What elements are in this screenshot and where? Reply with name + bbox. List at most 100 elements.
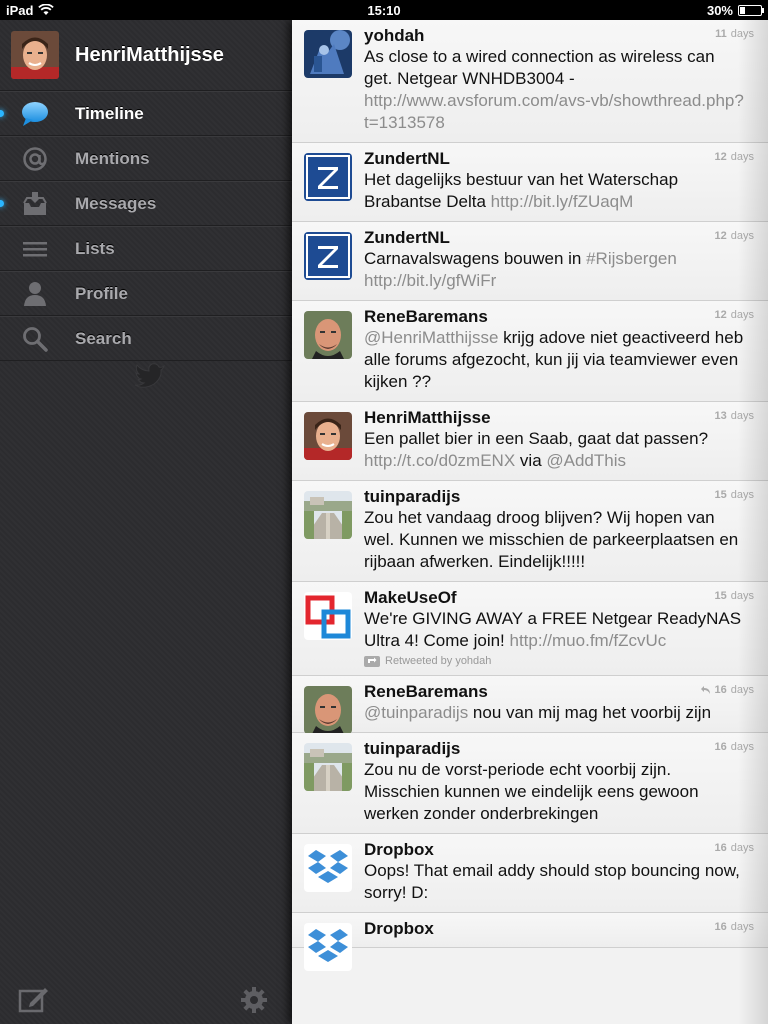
battery-percent: 30%: [706, 2, 733, 18]
tweet-username[interactable]: MakeUseOf: [364, 588, 754, 608]
tweet-age-unit: days: [730, 410, 754, 422]
tweet-username[interactable]: ZundertNL: [364, 228, 754, 248]
tweet-text: We're GIVING AWAY a FREE Netgear ReadyNA…: [364, 608, 744, 652]
sidebar-item-timeline[interactable]: Timeline: [0, 91, 292, 136]
tweet-age: 11: [715, 28, 727, 40]
avatar[interactable]: [304, 743, 352, 791]
avatar[interactable]: [304, 592, 352, 640]
sidebar-item-label: Messages: [75, 193, 157, 213]
tweet-age: 12: [714, 230, 727, 242]
retweet-label: Retweeted by yohdah: [385, 655, 492, 667]
tweet-link[interactable]: http://www.avsforum.com/avs-vb/showthrea…: [364, 91, 744, 132]
tweet-username[interactable]: ReneBaremans: [364, 307, 754, 327]
tweet-text: Zou nu de vorst-periode echt voorbij zij…: [364, 759, 744, 825]
tweet-link[interactable]: http://t.co/d0zmENX: [364, 451, 515, 470]
tweet-username[interactable]: yohdah: [364, 26, 754, 46]
tweet-text: Zou het vandaag droog blijven? Wij hopen…: [364, 507, 744, 573]
tweet-mention[interactable]: @AddThis: [546, 451, 626, 470]
tweet-timestamp: 13 days: [715, 410, 755, 422]
magnifier-icon: [20, 324, 50, 354]
tweet-age: 15: [714, 590, 727, 602]
tweet-mention[interactable]: @tuinparadijs: [364, 703, 468, 722]
avatar[interactable]: [11, 31, 59, 79]
tweet-link[interactable]: http://muo.fm/fZcvUc: [510, 631, 667, 650]
tweet-hashtag[interactable]: #Rijsbergen: [586, 249, 677, 268]
avatar[interactable]: [304, 491, 352, 539]
at-sign-icon: [20, 144, 50, 174]
timeline-panel[interactable]: yohdah 11 days As close to a wired connecti…: [292, 20, 768, 1024]
tweet[interactable]: ZundertNL 12 days Carnavalswagens bouwen in…: [292, 222, 768, 301]
wifi-icon: [38, 4, 55, 16]
tweet-username[interactable]: ReneBaremans: [364, 682, 754, 702]
sidebar-item-label: Mentions: [75, 148, 150, 168]
sidebar-item-label: Search: [75, 328, 132, 348]
tweet-timestamp: 15 days: [715, 590, 755, 602]
tweet-age: 13: [714, 410, 727, 422]
inbox-icon: [20, 189, 50, 219]
battery-fill: [740, 6, 746, 14]
tweet-age: 16: [714, 921, 727, 933]
tweet-link[interactable]: http://bit.ly/gfWiFr: [364, 271, 496, 290]
list-icon: [20, 234, 50, 264]
status-bar: iPad 15:10 30%: [0, 0, 768, 20]
sidebar: HenriMatthijsse Timeline Mentions Messages…: [0, 20, 292, 1024]
tweet-mention[interactable]: @HenriMatthijsse: [364, 328, 498, 347]
sidebar-item-messages[interactable]: Messages: [0, 181, 292, 226]
twitter-bird-icon: [134, 362, 166, 388]
avatar[interactable]: [304, 923, 352, 971]
tweet[interactable]: Dropbox 16 days Oops! That email addy shoul…: [292, 834, 768, 913]
sidebar-item-profile[interactable]: Profile: [0, 271, 292, 316]
status-right: 30%: [706, 2, 764, 18]
avatar[interactable]: [304, 686, 352, 734]
settings-button[interactable]: [240, 986, 268, 1014]
tweet-text: Oops! That email addy should stop bounci…: [364, 860, 744, 904]
sidebar-item-label: Profile: [75, 283, 128, 303]
tweet-timestamp: 16 days: [715, 741, 755, 753]
status-time: 15:10: [367, 2, 401, 18]
sidebar-nav: Timeline Mentions Messages Lists Profile Sear…: [0, 91, 292, 361]
tweet-text-segment: via: [515, 451, 547, 470]
tweet-text-segment: nou van mij mag het voorbij zijn: [468, 703, 712, 722]
tweet-text-segment: As close to a wired connection as wirele…: [364, 47, 715, 88]
avatar[interactable]: [304, 412, 352, 460]
tweet-text: As close to a wired connection as wirele…: [364, 46, 744, 134]
tweet-timestamp: 12 days: [715, 151, 755, 163]
tweet-age: 15: [714, 489, 727, 501]
avatar[interactable]: [304, 232, 352, 280]
tweet-link[interactable]: http://bit.ly/fZUaqM: [491, 192, 634, 211]
sidebar-item-search[interactable]: Search: [0, 316, 292, 361]
tweet[interactable]: tuinparadijs 15 days Zou het vandaag droog …: [292, 481, 768, 582]
avatar[interactable]: [304, 153, 352, 201]
retweet-note: Retweeted by yohdah: [364, 655, 754, 667]
compose-button[interactable]: [18, 986, 50, 1014]
sidebar-toolbar: [0, 974, 292, 1024]
avatar[interactable]: [304, 311, 352, 359]
avatar[interactable]: [304, 844, 352, 892]
tweet[interactable]: MakeUseOf 15 days We're GIVING AWAY a FREE …: [292, 582, 768, 676]
avatar[interactable]: [304, 30, 352, 78]
tweet-username[interactable]: tuinparadijs: [364, 739, 754, 759]
tweet-username[interactable]: ZundertNL: [364, 149, 754, 169]
tweet-age-unit: days: [730, 28, 754, 40]
sidebar-item-mentions[interactable]: Mentions: [0, 136, 292, 181]
tweet-age-unit: days: [730, 684, 754, 696]
speech-bubble-icon: [20, 99, 50, 129]
tweet-text: Het dagelijks bestuur van het Waterschap…: [364, 169, 744, 213]
sidebar-item-lists[interactable]: Lists: [0, 226, 292, 271]
tweet[interactable]: ZundertNL 12 days Het dagelijks bestuur van…: [292, 143, 768, 222]
account-header[interactable]: HenriMatthijsse: [0, 20, 292, 91]
tweet-username[interactable]: Dropbox: [364, 840, 754, 860]
sidebar-item-label: Lists: [75, 238, 115, 258]
tweet[interactable]: Dropbox 16 days: [292, 913, 768, 971]
tweet-username[interactable]: Dropbox: [364, 919, 754, 939]
tweet-username[interactable]: HenriMatthijsse: [364, 408, 754, 428]
tweet[interactable]: ReneBaremans 12 days @HenriMatthijsse krijg…: [292, 301, 768, 402]
tweet[interactable]: HenriMatthijsse 13 days Een pallet bier in …: [292, 402, 768, 481]
tweet-text-segment: Zou het vandaag droog blijven? Wij hopen…: [364, 508, 739, 571]
tweet[interactable]: tuinparadijs 16 days Zou nu de vorst-period…: [292, 733, 768, 834]
tweet[interactable]: yohdah 11 days As close to a wired connecti…: [292, 20, 768, 143]
tweet[interactable]: ReneBaremans 16 days @tuinparadijs nou van …: [292, 676, 768, 734]
tweet-timestamp: 12 days: [715, 230, 755, 242]
compose-icon: [18, 988, 48, 1013]
tweet-username[interactable]: tuinparadijs: [364, 487, 754, 507]
